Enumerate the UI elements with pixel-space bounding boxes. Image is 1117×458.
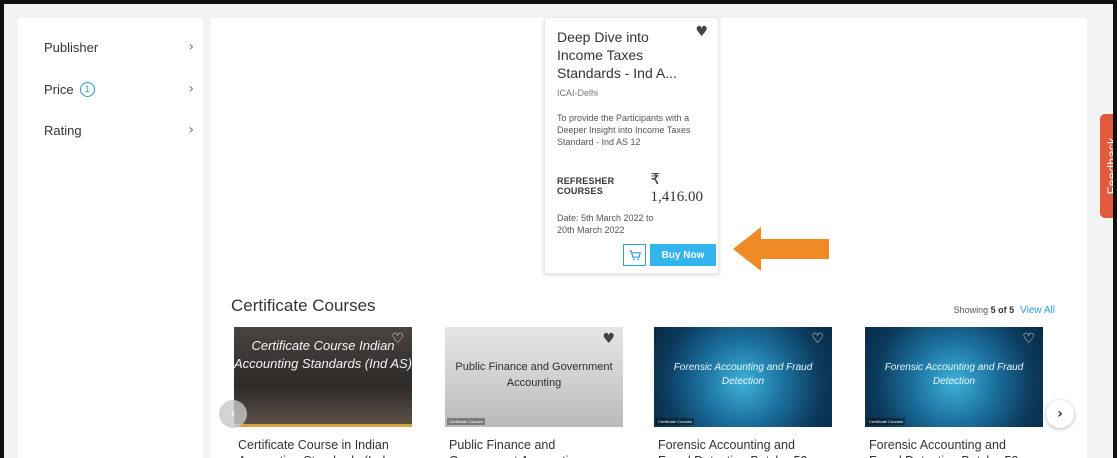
chevron-left-icon: ‹ (230, 406, 236, 422)
course-date: Date: 5th March 2022 to 20th March 2022 (557, 213, 654, 235)
thumbnail-caption: Certificate Course Indian Accounting Sta… (234, 338, 412, 371)
course-thumbnail[interactable]: Certificate Course Indian Accounting Sta… (234, 327, 412, 427)
feedback-label: Feedback (1104, 137, 1117, 195)
add-to-cart-button[interactable] (623, 244, 646, 266)
thumbnail-tag: Certificate Courses (447, 418, 486, 425)
course-title[interactable]: Certificate Course in Indian Accounting … (234, 427, 412, 458)
course-title[interactable]: Forensic Accounting and Fraud Detection … (654, 427, 832, 458)
filter-count-badge: 1 (79, 81, 95, 97)
showing-prefix: Showing (953, 305, 989, 315)
thumbnail-tag: Certificate Courses (656, 418, 695, 425)
showing-number: 5 of 5 (990, 305, 1015, 315)
course-card-featured[interactable]: Deep Dive into Income Taxes Standards - … (544, 18, 719, 274)
heart-outline-icon[interactable]: ♡ (1022, 331, 1035, 347)
course-card[interactable]: Certificate Course Indian Accounting Sta… (234, 327, 412, 458)
page-frame: Publisher › Price 1 › Rating › Deep Dive… (0, 0, 1117, 458)
cart-icon (629, 249, 641, 260)
chevron-right-icon: › (188, 81, 194, 97)
filter-label: Publisher (44, 39, 99, 55)
course-description: To provide the Participants with a Deepe… (557, 113, 691, 147)
price-row: REFRESHER COURSES ₹ 1,416.00 (557, 170, 706, 206)
course-type: REFRESHER COURSES (557, 176, 615, 196)
view-all-link[interactable]: View All (1020, 305, 1055, 316)
filter-rating[interactable]: Rating › (44, 118, 194, 142)
chevron-right-icon: › (188, 39, 194, 55)
filter-label: Price (44, 81, 74, 97)
course-card[interactable]: Public Finance and Government Accounting… (445, 327, 623, 458)
heart-outline-icon[interactable]: ♡ (391, 331, 404, 347)
course-title[interactable]: Forensic Accounting and Fraud Detection … (865, 427, 1043, 458)
thumbnail-caption: Forensic Accounting and Fraud Detection (884, 362, 1024, 387)
course-title[interactable]: Public Finance and Government Accounting (445, 427, 623, 458)
carousel-next-button[interactable]: › (1046, 400, 1074, 428)
thumbnail-caption: Forensic Accounting and Fraud Detection (673, 362, 813, 387)
chevron-right-icon: › (188, 122, 194, 138)
carousel-prev-button[interactable]: ‹ (219, 400, 247, 428)
heart-outline-icon[interactable]: ♡ (811, 331, 824, 347)
filter-publisher[interactable]: Publisher › (44, 35, 194, 59)
course-thumbnail[interactable]: Public Finance and Government Accounting… (445, 327, 623, 427)
course-thumbnail[interactable]: Forensic Accounting and Fraud Detection … (654, 327, 832, 427)
showing-count: Showing 5 of 5 View All (954, 305, 1055, 316)
section-title: Certificate Courses (231, 296, 376, 315)
course-card[interactable]: Forensic Accounting and Fraud Detection … (865, 327, 1043, 458)
chevron-right-icon: › (1057, 406, 1063, 422)
main-content: Deep Dive into Income Taxes Standards - … (211, 18, 1087, 458)
course-title[interactable]: Deep Dive into Income Taxes Standards - … (557, 28, 692, 82)
filter-price[interactable]: Price 1 › (44, 77, 194, 101)
course-price: ₹ 1,416.00 (650, 172, 703, 205)
thumbnail-caption: Public Finance and Government Accounting (455, 361, 613, 389)
thumbnail-tag: Certificate Courses (867, 418, 906, 425)
orange-arrow-icon (733, 227, 829, 271)
filter-sidebar: Publisher › Price 1 › Rating › (18, 18, 203, 458)
feedback-tab[interactable]: Feedback (1100, 114, 1117, 218)
course-card[interactable]: Forensic Accounting and Fraud Detection … (654, 327, 832, 458)
course-thumbnail[interactable]: Forensic Accounting and Fraud Detection … (865, 327, 1043, 427)
filter-label: Rating (44, 122, 82, 138)
heart-icon[interactable]: ♥ (695, 24, 708, 40)
heart-icon[interactable]: ♥ (602, 331, 615, 347)
course-publisher: ICAI-Delhi (557, 88, 599, 98)
buy-now-button[interactable]: Buy Now (650, 244, 716, 266)
